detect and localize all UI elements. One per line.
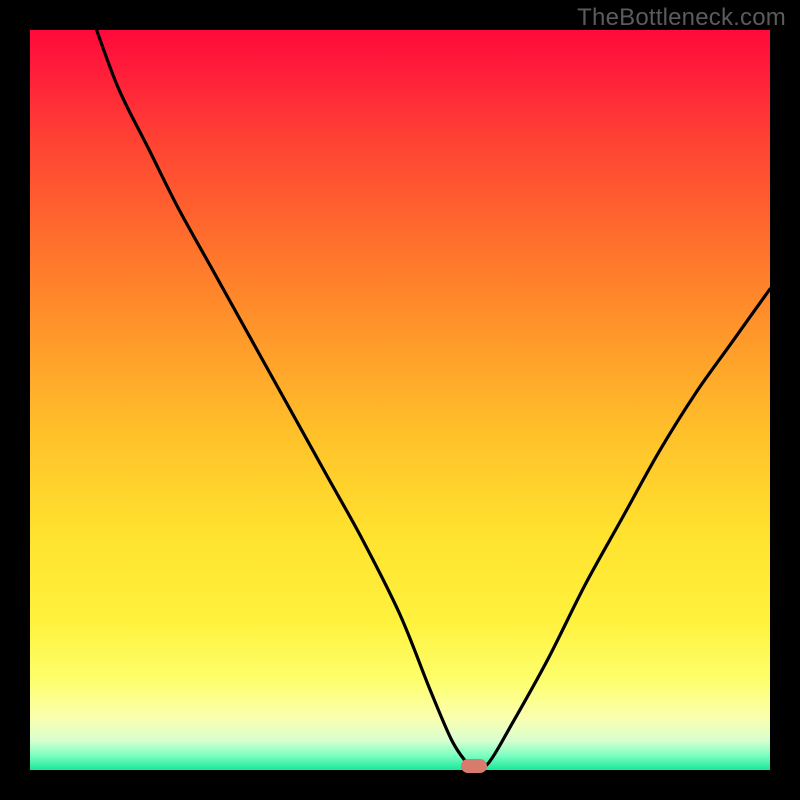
curve-path [97, 30, 770, 770]
bottleneck-curve [30, 30, 770, 770]
chart-frame: TheBottleneck.com [0, 0, 800, 800]
watermark-text: TheBottleneck.com [577, 4, 786, 32]
optimum-marker [461, 759, 487, 773]
plot-area [30, 30, 770, 770]
